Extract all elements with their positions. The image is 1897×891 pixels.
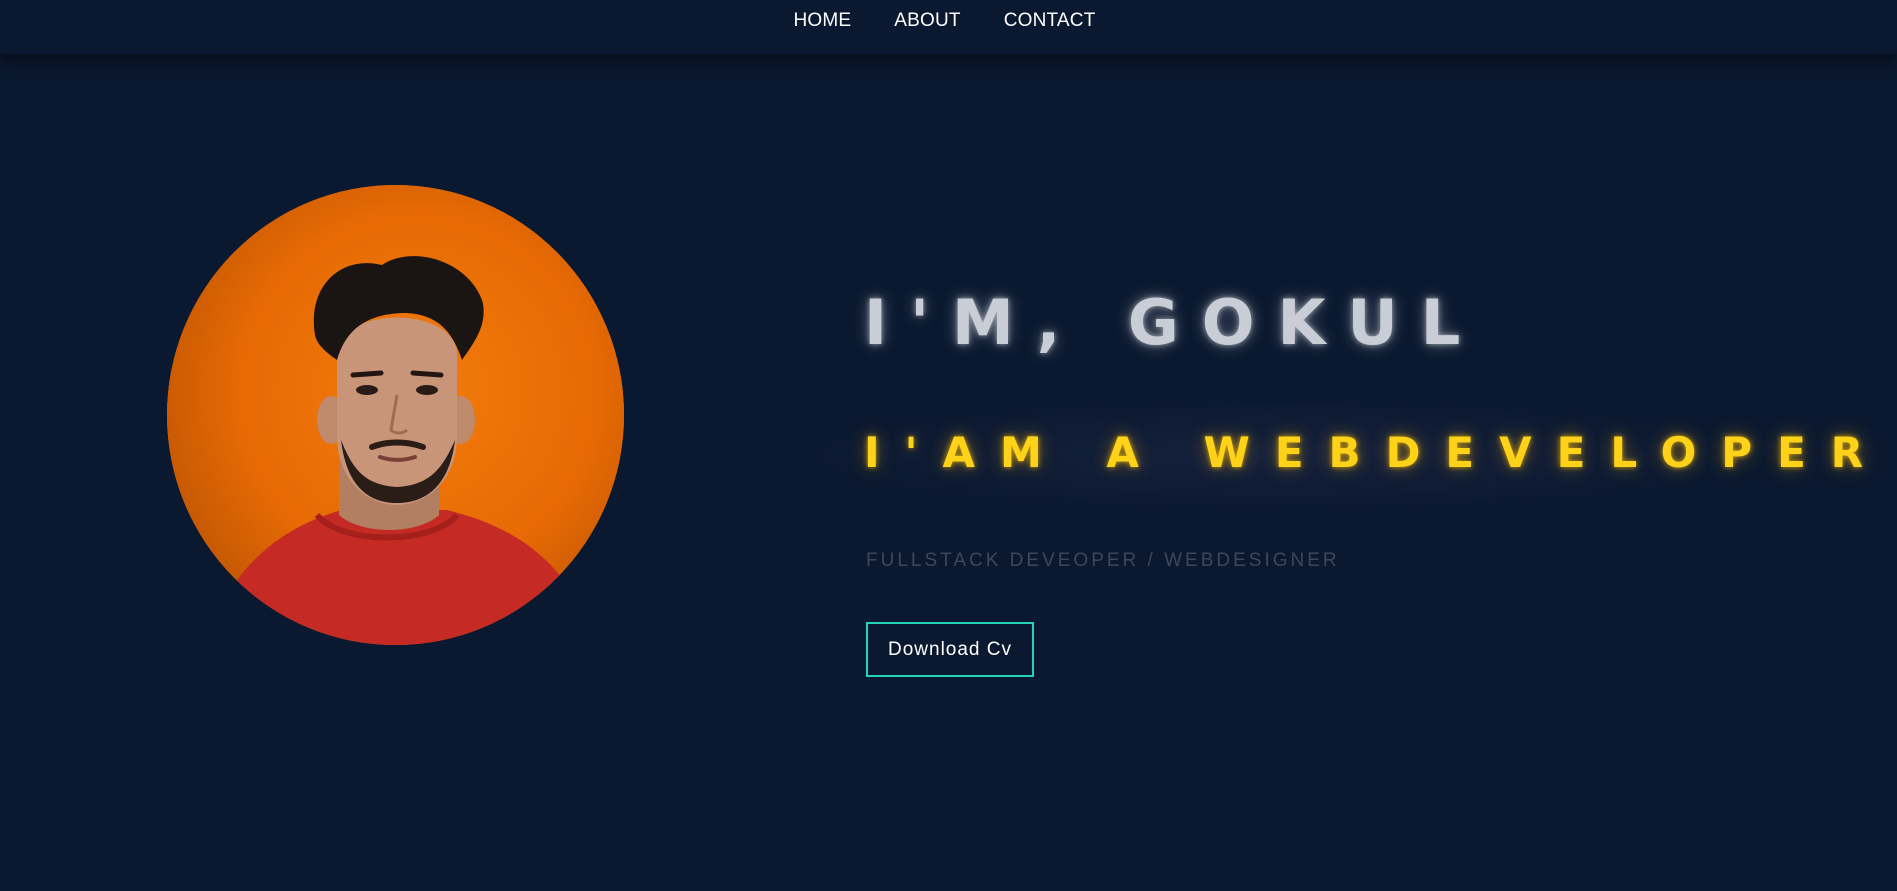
hero-role: I'AM A WEBDEVELOPER	[864, 428, 1889, 477]
profile-photo	[167, 185, 624, 645]
hero-subtitle: FULLSTACK DEVEOPER / WEBDESIGNER	[866, 550, 1340, 571]
page: HOME ABOUT CONTACT I'M, GOKUL I'AM A WEB…	[0, 0, 1897, 891]
nav-link-about[interactable]: ABOUT	[894, 10, 960, 32]
nav-links: HOME ABOUT CONTACT	[0, 10, 1893, 32]
nav-link-home[interactable]: HOME	[793, 10, 851, 32]
hero-title: I'M, GOKUL	[864, 286, 1484, 359]
profile-photo-illustration	[167, 185, 624, 645]
navbar: HOME ABOUT CONTACT	[0, 0, 1897, 54]
nav-link-contact[interactable]: CONTACT	[1004, 10, 1096, 32]
download-cv-button[interactable]: Download Cv	[866, 622, 1034, 677]
